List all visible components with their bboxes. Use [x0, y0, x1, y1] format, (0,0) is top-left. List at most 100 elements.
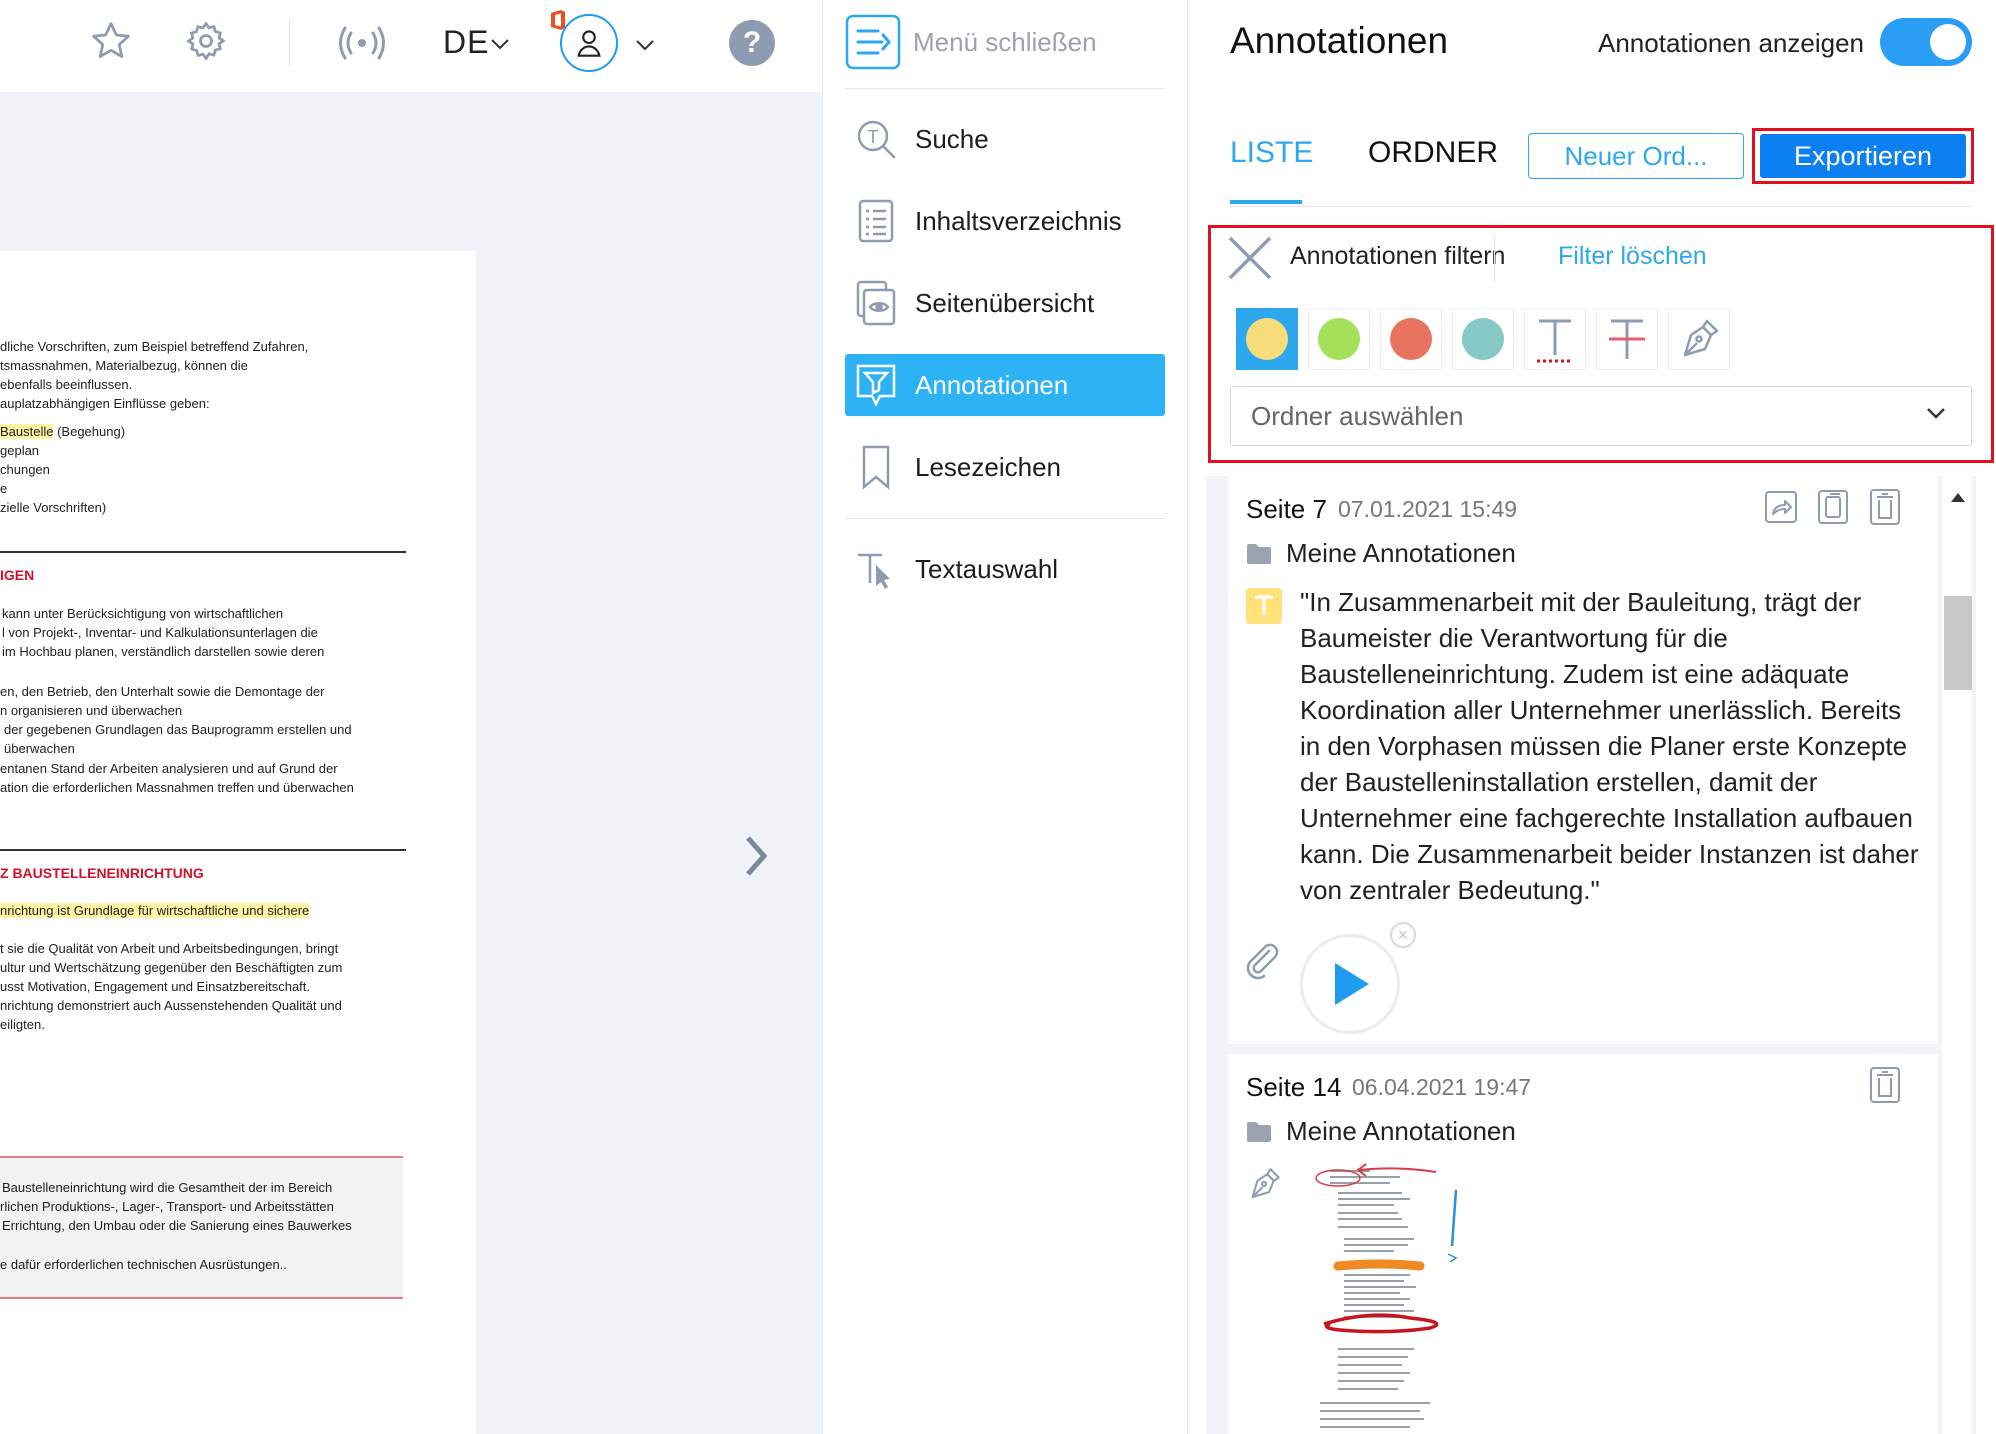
text-underline-icon [1537, 319, 1573, 363]
user-icon [577, 30, 601, 57]
doc-line: kann unter Berücksichtigung von wirtscha… [2, 606, 284, 621]
doc-line: Baustelle (Begehung) [0, 424, 126, 439]
show-annotations-toggle[interactable] [1880, 18, 1972, 66]
menu-item-label: Lesezeichen [915, 451, 1061, 482]
doc-heading: IGEN [0, 567, 35, 583]
menu-item-page-overview[interactable]: Seitenübersicht [845, 272, 1165, 334]
menu-item-label: Seitenübersicht [915, 287, 1095, 318]
close-icon[interactable] [1226, 234, 1274, 282]
doc-line: e dafür erforderlichen technischen Ausrü… [0, 1257, 287, 1272]
color-swatch [1462, 318, 1504, 360]
filter-color-yellow[interactable] [1236, 308, 1298, 370]
annotation-filter-icon [853, 362, 899, 408]
doc-heading: Z BAUSTELLENEINRICHTUNG [0, 865, 204, 881]
menu-item-annotations[interactable]: Annotationen [845, 354, 1165, 416]
copy-icon[interactable] [1816, 488, 1850, 526]
top-toolbar: DE ? [0, 0, 822, 92]
tab-list[interactable]: LISTE [1230, 136, 1313, 170]
clear-filter-link[interactable]: Filter löschen [1558, 242, 1707, 271]
menu-item-search[interactable]: T Suche [845, 108, 1165, 170]
page-overview-icon [853, 280, 899, 326]
doc-line: zielle Vorschriften) [0, 500, 107, 515]
doc-divider [0, 551, 406, 553]
document-viewer: dliche Vorschriften, zum Beispiel betref… [0, 92, 822, 1434]
color-swatch [1246, 318, 1288, 360]
menu-item-toc[interactable]: Inhaltsverzeichnis [845, 190, 1165, 252]
drawing-thumbnail[interactable] [1300, 1158, 1470, 1434]
menu-item-label: Inhaltsverzeichnis [915, 205, 1122, 236]
annotations-panel: Annotationen Annotationen anzeigen LISTE… [1188, 0, 1996, 1434]
scrollbar-thumb[interactable] [1944, 596, 1972, 690]
card-page: Seite 14 [1246, 1072, 1342, 1102]
user-menu-chevron-icon[interactable] [635, 38, 655, 52]
menu-item-text-select[interactable]: Textauswahl [845, 538, 1165, 600]
share-icon[interactable] [1764, 488, 1798, 526]
folder-select[interactable]: Ordner auswählen [1230, 386, 1972, 446]
pen-icon [1246, 1166, 1282, 1207]
avatar[interactable] [560, 14, 618, 72]
panel-title: Annotationen [1230, 20, 1449, 61]
star-icon[interactable] [88, 18, 134, 64]
doc-line: entanen Stand der Arbeiten analysieren u… [0, 761, 338, 776]
text-strikethrough-icon [1609, 319, 1645, 359]
doc-line: geplan [0, 443, 40, 458]
doc-line: der gegebenen Grundlagen das Bauprogramm… [4, 722, 352, 737]
tab-folder[interactable]: ORDNER [1368, 136, 1498, 170]
chevron-down-icon[interactable] [490, 36, 510, 52]
text-annotation-icon [1246, 588, 1282, 624]
new-folder-button[interactable]: Neuer Ord... [1528, 133, 1744, 179]
color-swatch [1390, 318, 1432, 360]
toolbar-divider [289, 20, 290, 66]
export-button[interactable]: Exportieren [1760, 134, 1966, 178]
color-swatch [1318, 318, 1360, 360]
doc-line: rlichen Produktions-, Lager-, Transport-… [0, 1199, 334, 1214]
remove-audio-button[interactable]: × [1390, 922, 1416, 948]
menu-close-button[interactable]: Menü schließen [845, 14, 1097, 70]
chevron-down-icon [1925, 405, 1947, 426]
filter-color-red[interactable] [1380, 308, 1442, 370]
filter-underline[interactable] [1524, 308, 1586, 370]
menu-item-bookmarks[interactable]: Lesezeichen [845, 436, 1165, 498]
doc-highlight: nrichtung ist Grundlage für wirtschaftli… [0, 903, 310, 918]
language-label: DE [443, 24, 490, 60]
paperclip-icon[interactable] [1244, 942, 1282, 985]
menu-close-label: Menü schließen [913, 26, 1097, 57]
annotation-card[interactable]: Seite 14 06.04.2021 19:47 Meine Annotati… [1228, 1054, 1938, 1434]
annotation-card[interactable]: Seite 7 07.01.2021 15:49 Meine Annotatio… [1228, 476, 1938, 1044]
chevron-right-icon[interactable] [742, 834, 772, 883]
delete-icon[interactable] [1868, 488, 1902, 526]
card-folder: Meine Annotationen [1246, 538, 1516, 569]
filter-divider [1494, 236, 1495, 282]
filter-color-teal[interactable] [1452, 308, 1514, 370]
toggle-knob [1930, 24, 1966, 60]
folder-icon [1247, 1121, 1271, 1142]
text-select-icon [853, 546, 899, 592]
doc-line: l von Projekt-, Inventar- und Kalkulatio… [2, 625, 318, 640]
gear-icon[interactable] [183, 18, 229, 64]
menu-collapse-icon [845, 14, 901, 70]
menu-item-label: Suche [915, 123, 989, 154]
card-folder: Meine Annotationen [1246, 1116, 1516, 1147]
help-icon[interactable]: ? [729, 20, 775, 66]
card-actions [1868, 1066, 1902, 1104]
broadcast-icon[interactable] [336, 20, 388, 66]
active-tab-indicator [1230, 200, 1302, 204]
filter-strikethrough[interactable] [1596, 308, 1658, 370]
audio-play-button[interactable] [1300, 934, 1400, 1034]
delete-icon[interactable] [1868, 1066, 1902, 1104]
card-page: Seite 7 [1246, 494, 1327, 524]
doc-line: dliche Vorschriften, zum Beispiel betref… [0, 339, 309, 354]
doc-line: nrichtung ist Grundlage für wirtschaftli… [0, 901, 310, 920]
folder-icon [1247, 543, 1271, 564]
doc-line: überwachen [4, 741, 75, 756]
language-selector[interactable]: DE [443, 24, 489, 61]
filter-color-green[interactable] [1308, 308, 1370, 370]
filter-drawing[interactable] [1668, 308, 1730, 370]
doc-line: tsmassnahmen, Materialbezug, können die [0, 358, 248, 373]
bookmark-icon [853, 444, 899, 490]
doc-line: ultur und Wertschätzung gegenüber den Be… [0, 960, 343, 975]
doc-line: en, den Betrieb, den Unterhalt sowie die… [0, 684, 325, 699]
doc-line: auplatzabhängigen Einflüsse geben: [0, 396, 210, 411]
scroll-up-icon[interactable] [1950, 490, 1966, 508]
card-folder-label: Meine Annotationen [1286, 1116, 1516, 1146]
